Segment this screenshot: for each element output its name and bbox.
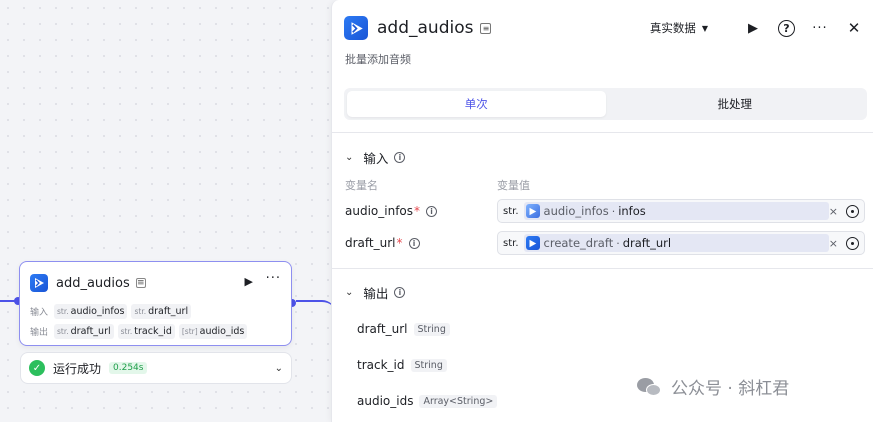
node-title: add_audios bbox=[56, 275, 130, 291]
node-inputs-row: 输入 str. audio_infos str. draft_url bbox=[30, 304, 195, 319]
app-logo-icon bbox=[30, 274, 48, 292]
watermark-text: 公众号 · 斜杠君 bbox=[671, 379, 790, 399]
variable-reference[interactable]: create_draft · draft_url bbox=[523, 234, 829, 252]
node-badge-icon: ≡ bbox=[480, 22, 492, 34]
run-time-badge: 0.254s bbox=[109, 362, 148, 374]
more-icon[interactable]: ··· bbox=[811, 21, 829, 36]
variable-reference[interactable]: audio_infos · infos bbox=[523, 202, 829, 220]
workflow-node-card[interactable]: add_audios ≡ ▶ ··· 输入 str. audio_infos st… bbox=[19, 261, 292, 346]
node-badge-icon: ≡ bbox=[135, 278, 146, 288]
clear-icon[interactable]: × bbox=[829, 237, 838, 250]
input-param-row: draft_url * i str. create_draft · draft_u… bbox=[345, 231, 865, 255]
help-icon[interactable]: ? bbox=[778, 19, 795, 37]
watermark: 公众号 · 斜杠君 bbox=[637, 374, 789, 399]
type-chip: str. bbox=[503, 205, 519, 217]
panel-toolbar: 真实数据 ▼ ▶ ? ··· ✕ bbox=[650, 19, 863, 37]
node-run-icon[interactable]: ▶ bbox=[245, 275, 253, 288]
param-name: audio_infos * i bbox=[345, 204, 497, 218]
play-icon[interactable]: ▶ bbox=[744, 21, 762, 36]
divider bbox=[332, 268, 873, 269]
canvas-edge-out bbox=[296, 300, 336, 314]
node-input-tag: str. audio_infos bbox=[54, 304, 128, 319]
node-outputs-label: 输出 bbox=[30, 328, 49, 338]
output-name: audio_ids bbox=[357, 394, 414, 408]
close-icon[interactable]: ✕ bbox=[845, 19, 863, 37]
output-param-row: audio_ids Array<String> bbox=[357, 394, 498, 408]
node-more-icon[interactable]: ··· bbox=[266, 271, 281, 286]
node-input-tag: str. draft_url bbox=[131, 304, 192, 319]
panel-description: 批量添加音频 bbox=[345, 53, 411, 66]
chevron-down-icon: ⌄ bbox=[345, 287, 354, 298]
output-type-badge: String bbox=[413, 322, 450, 336]
data-source-select[interactable]: 真实数据 ▼ bbox=[650, 20, 708, 36]
output-type-badge: Array<String> bbox=[419, 394, 498, 408]
input-param-row: audio_infos * i str. audio_infos · infos … bbox=[345, 199, 865, 223]
node-detail-panel: add_audios ≡ 真实数据 ▼ ▶ ? ··· ✕ 批量添加音频 单次 批… bbox=[331, 0, 873, 422]
info-icon: i bbox=[394, 287, 406, 298]
column-header-value: 变量值 bbox=[497, 179, 530, 192]
caret-down-icon: ▼ bbox=[701, 23, 708, 33]
run-status-text: 运行成功 bbox=[53, 361, 102, 376]
node-output-tag: str. track_id bbox=[117, 324, 175, 339]
info-icon: i bbox=[408, 237, 420, 249]
required-mark: * bbox=[414, 204, 421, 218]
output-name: track_id bbox=[357, 358, 405, 372]
node-output-tag: [str] audio_ids bbox=[178, 324, 248, 339]
check-icon: ✓ bbox=[29, 360, 45, 376]
info-icon: i bbox=[394, 152, 406, 163]
param-value-field[interactable]: str. audio_infos · infos × bbox=[497, 199, 865, 223]
node-header: add_audios ≡ ▶ ··· bbox=[30, 271, 281, 293]
type-chip: str. bbox=[503, 237, 519, 249]
target-icon[interactable] bbox=[846, 204, 859, 218]
node-ref-icon bbox=[525, 236, 540, 250]
tab-single[interactable]: 单次 bbox=[347, 91, 606, 117]
app-logo-icon bbox=[344, 16, 368, 40]
node-inputs-label: 输入 bbox=[30, 308, 49, 318]
chevron-down-icon[interactable]: ⌄ bbox=[275, 363, 283, 374]
chevron-down-icon: ⌄ bbox=[345, 152, 354, 163]
column-header-name: 变量名 bbox=[345, 179, 378, 192]
output-param-row: track_id String bbox=[357, 358, 447, 372]
divider bbox=[332, 132, 873, 133]
param-name: draft_url * i bbox=[345, 236, 497, 250]
run-status-card[interactable]: ✓ 运行成功 0.254s ⌄ bbox=[20, 352, 292, 384]
mode-tabs: 单次 批处理 bbox=[344, 88, 867, 120]
info-icon: i bbox=[426, 205, 438, 217]
required-mark: * bbox=[396, 236, 403, 250]
node-ref-icon bbox=[525, 204, 540, 218]
wechat-icon bbox=[637, 376, 663, 398]
tab-batch[interactable]: 批处理 bbox=[606, 91, 865, 117]
panel-header: add_audios ≡ 真实数据 ▼ ▶ ? ··· ✕ bbox=[344, 14, 863, 42]
node-outputs-row: 输出 str. draft_url str. track_id [str] audio… bbox=[30, 324, 251, 339]
output-name: draft_url bbox=[357, 322, 408, 336]
param-value-field[interactable]: str. create_draft · draft_url × bbox=[497, 231, 865, 255]
panel-title: add_audios bbox=[377, 18, 474, 38]
node-output-tag: str. draft_url bbox=[54, 324, 114, 339]
output-type-badge: String bbox=[410, 358, 447, 372]
clear-icon[interactable]: × bbox=[829, 205, 838, 218]
output-param-row: draft_url String bbox=[357, 322, 450, 336]
input-section-header[interactable]: ⌄ 输入 i bbox=[345, 148, 406, 167]
output-section-header[interactable]: ⌄ 输出 i bbox=[345, 283, 406, 302]
target-icon[interactable] bbox=[846, 236, 859, 250]
